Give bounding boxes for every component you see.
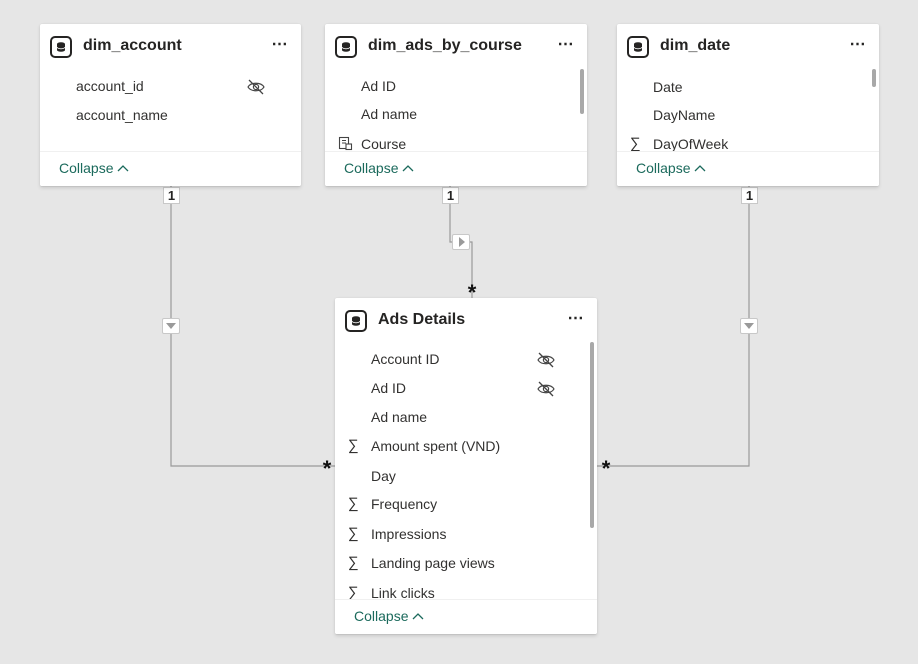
scrollbar-thumb[interactable] — [872, 69, 876, 87]
field-row[interactable]: Course — [325, 132, 587, 152]
field-name: DayName — [653, 107, 716, 123]
sigma-icon: ∑ — [348, 584, 359, 601]
field-list: Account ID Ad ID Ad name ∑ Amount spent … — [335, 342, 597, 600]
field-row[interactable]: DayName — [617, 103, 879, 129]
field-name: Account ID — [371, 351, 440, 367]
model-canvas[interactable]: 1 1 1 * * * dim_account ⋯ account_id acc… — [0, 0, 918, 664]
field-row[interactable]: ∑ DayOfWeek — [617, 132, 879, 153]
field-name: Day — [371, 468, 396, 484]
table-header[interactable]: dim_date ⋯ — [617, 24, 879, 70]
field-row[interactable]: account_name — [40, 103, 301, 129]
field-row[interactable]: ∑ Link clicks — [335, 581, 597, 601]
field-row[interactable]: Account ID — [335, 347, 597, 373]
relationship-line-account — [170, 186, 335, 467]
field-row[interactable]: Ad ID — [325, 74, 587, 100]
database-icon — [627, 36, 649, 58]
many-side-marker-course: * — [467, 280, 477, 305]
sigma-icon: ∑ — [348, 525, 359, 542]
field-row[interactable]: Date — [617, 75, 879, 101]
field-row[interactable]: account_id — [40, 74, 301, 100]
sigma-icon: ∑ — [348, 554, 359, 571]
field-name: Course — [361, 136, 407, 152]
scrollbar-thumb[interactable] — [580, 69, 584, 114]
field-name: account_id — [76, 78, 144, 94]
field-row[interactable]: ∑ Landing page views — [335, 551, 597, 577]
field-row[interactable]: ∑ Frequency — [335, 492, 597, 518]
more-options-button[interactable]: ⋯ — [845, 34, 871, 58]
card-footer: Collapse — [325, 151, 587, 186]
collapse-button[interactable]: Collapse — [344, 160, 414, 176]
field-row[interactable]: Ad name — [335, 405, 597, 431]
field-row[interactable]: Day — [335, 464, 597, 490]
field-row[interactable]: Ad ID — [335, 376, 597, 402]
field-name: DayOfWeek — [653, 136, 729, 152]
chevron-up-icon — [695, 165, 706, 172]
table-title: dim_account — [83, 37, 182, 54]
eye-hidden-icon — [536, 379, 556, 399]
hierarchy-icon — [338, 136, 354, 152]
more-options-button[interactable]: ⋯ — [553, 34, 579, 58]
field-name: Amount spent (VND) — [371, 438, 501, 454]
collapse-button[interactable]: Collapse — [354, 608, 424, 624]
field-name: Impressions — [371, 526, 447, 542]
field-list: Date DayName ∑ DayOfWeek — [617, 70, 879, 152]
card-footer: Collapse — [40, 151, 301, 186]
eye-hidden-icon — [246, 77, 266, 97]
table-title: dim_ads_by_course — [368, 37, 522, 54]
scrollbar-thumb[interactable] — [590, 342, 594, 528]
field-name: account_name — [76, 107, 168, 123]
table-card-ads-details[interactable]: Ads Details ⋯ Account ID Ad ID Ad name ∑ — [335, 298, 597, 634]
field-name: Ad name — [361, 106, 418, 122]
filter-direction-right-arrow-icon[interactable] — [452, 234, 470, 250]
database-icon — [345, 310, 367, 332]
eye-hidden-icon — [536, 350, 556, 370]
field-row[interactable]: Ad name — [325, 102, 587, 128]
table-header[interactable]: dim_ads_by_course ⋯ — [325, 24, 587, 70]
sigma-icon: ∑ — [348, 437, 359, 454]
many-side-marker-date: * — [601, 456, 611, 481]
one-side-marker-course: 1 — [442, 187, 459, 204]
field-name: Date — [653, 79, 683, 95]
more-options-button[interactable]: ⋯ — [563, 308, 589, 332]
card-footer: Collapse — [617, 151, 879, 186]
collapse-button[interactable]: Collapse — [636, 160, 706, 176]
field-name: Ad name — [371, 409, 428, 425]
collapse-button[interactable]: Collapse — [59, 160, 129, 176]
field-list: Ad ID Ad name Course — [325, 70, 587, 152]
one-side-marker-date: 1 — [741, 187, 758, 204]
field-name: Link clicks — [371, 585, 435, 600]
chevron-up-icon — [413, 613, 424, 620]
table-header[interactable]: dim_account ⋯ — [40, 24, 301, 70]
table-card-dim-account[interactable]: dim_account ⋯ account_id account_name Co… — [40, 24, 301, 186]
one-side-marker-account: 1 — [163, 187, 180, 204]
database-icon — [335, 36, 357, 58]
card-footer: Collapse — [335, 599, 597, 634]
field-name: Ad ID — [371, 380, 407, 396]
table-card-dim-date[interactable]: dim_date ⋯ Date DayName ∑ DayOfWeek Coll… — [617, 24, 879, 186]
field-list: account_id account_name — [40, 70, 301, 152]
database-icon — [50, 36, 72, 58]
table-header[interactable]: Ads Details ⋯ — [335, 298, 597, 342]
many-side-marker-account: * — [322, 456, 332, 481]
more-options-button[interactable]: ⋯ — [267, 34, 293, 58]
field-name: Frequency — [371, 496, 438, 512]
sigma-icon: ∑ — [348, 495, 359, 512]
filter-direction-down-arrow-icon[interactable] — [740, 318, 758, 334]
table-title: Ads Details — [378, 311, 466, 328]
field-name: Landing page views — [371, 555, 495, 571]
field-row[interactable]: ∑ Impressions — [335, 522, 597, 548]
table-card-dim-ads-by-course[interactable]: dim_ads_by_course ⋯ Ad ID Ad name Course… — [325, 24, 587, 186]
chevron-up-icon — [118, 165, 129, 172]
field-name: Ad ID — [361, 78, 397, 94]
chevron-up-icon — [403, 165, 414, 172]
relationship-line-date — [597, 186, 750, 467]
filter-direction-down-arrow-icon[interactable] — [162, 318, 180, 334]
field-row[interactable]: ∑ Amount spent (VND) — [335, 434, 597, 460]
table-title: dim_date — [660, 37, 731, 54]
sigma-icon: ∑ — [630, 135, 641, 152]
